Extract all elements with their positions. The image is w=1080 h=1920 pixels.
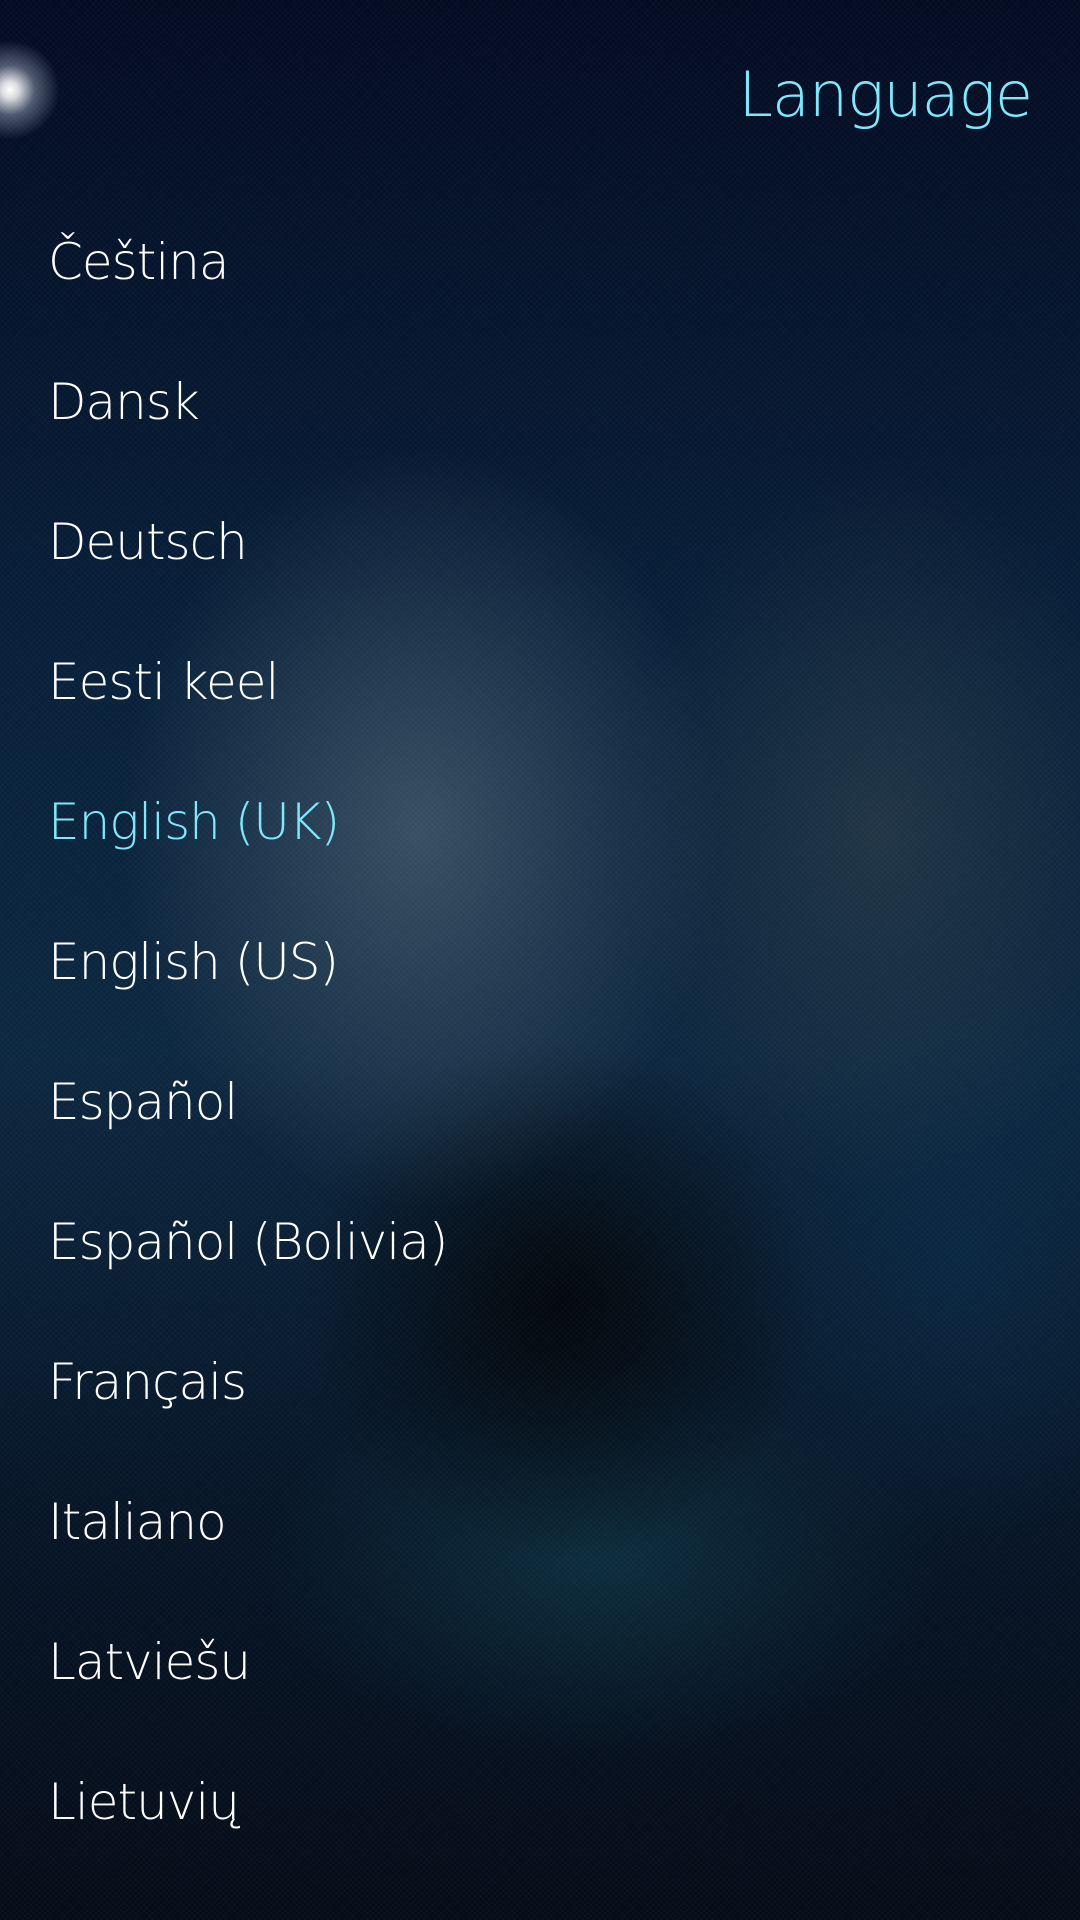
language-item-italiano[interactable]: Italiano (0, 1452, 1080, 1592)
language-list: Čeština Dansk Deutsch Eesti keel English… (0, 192, 1080, 1872)
language-item-english-uk[interactable]: English (UK) (0, 752, 1080, 892)
language-item-francais[interactable]: Français (0, 1312, 1080, 1452)
language-item-lietuviu[interactable]: Lietuvių (0, 1732, 1080, 1872)
language-item-dansk[interactable]: Dansk (0, 332, 1080, 472)
page-title: Language (738, 58, 1033, 131)
language-item-eesti-keel[interactable]: Eesti keel (0, 612, 1080, 752)
pulley-menu-indicator (0, 40, 60, 140)
language-item-latviesu[interactable]: Latviešu (0, 1592, 1080, 1732)
language-item-cestina[interactable]: Čeština (0, 192, 1080, 332)
language-item-espanol[interactable]: Español (0, 1032, 1080, 1172)
language-item-deutsch[interactable]: Deutsch (0, 472, 1080, 612)
language-item-english-us[interactable]: English (US) (0, 892, 1080, 1032)
language-settings-page: Language Čeština Dansk Deutsch Eesti kee… (0, 0, 1080, 1920)
language-item-espanol-bolivia[interactable]: Español (Bolivia) (0, 1172, 1080, 1312)
